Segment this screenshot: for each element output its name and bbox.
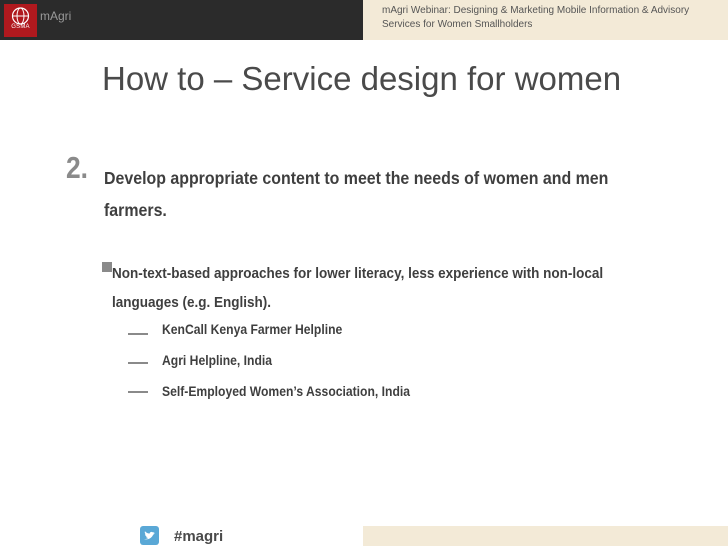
logo-globe-icon [11,7,30,25]
main-point: Develop appropriate content to meet the … [104,168,609,220]
footer-bar-beige [363,526,728,546]
dash-bullet-icon [128,362,148,364]
dash-bullet-icon [128,391,148,393]
hashtag-label: #magri [174,528,224,545]
webinar-title: mAgri Webinar: Designing & Marketing Mob… [382,5,690,30]
twitter-icon[interactable] [140,526,159,545]
header-bar-dark: GSMA mAgri [0,0,363,40]
brand-name: mAgri [40,9,72,23]
slide-title: How to – Service design for women [102,60,622,97]
gsma-logo: GSMA [4,4,37,37]
logo-text: GSMA [11,24,30,30]
list-item: Self-Employed Women’s Association, India [162,384,411,399]
list-item: KenCall Kenya Farmer Helpline [162,322,343,337]
list-item: Agri Helpline, India [162,353,273,368]
square-bullet-icon [102,262,112,272]
point-number: 2. [66,150,88,185]
sub-point-text: Non-text-based approaches for lower lite… [112,265,604,311]
twitter-bird-icon [144,531,155,540]
dash-bullet-icon [128,333,148,335]
sub-point: Non-text-based approaches for lower lite… [112,259,652,317]
